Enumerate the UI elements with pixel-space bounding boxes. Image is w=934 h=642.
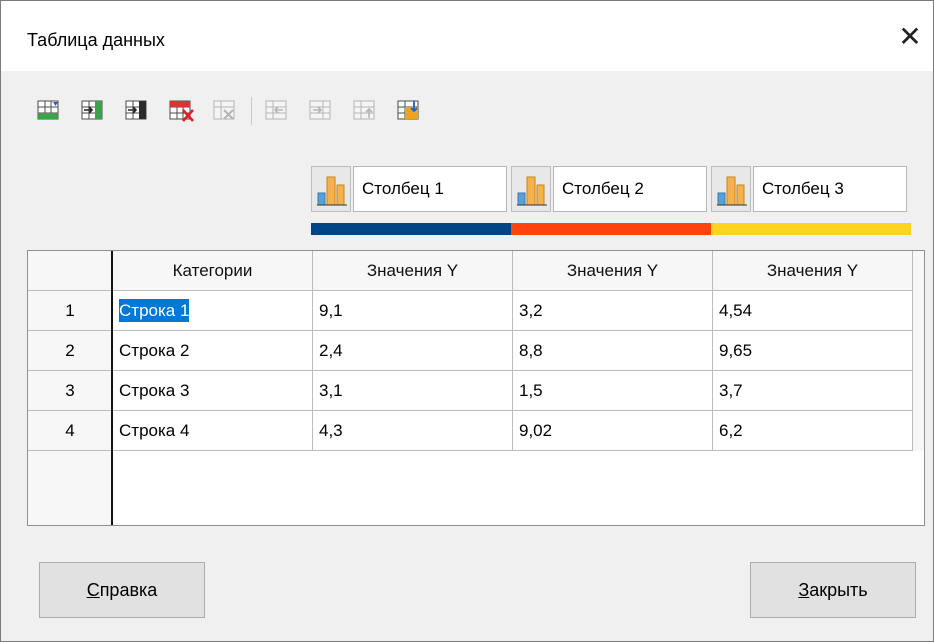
grid-empty-area (113, 451, 924, 525)
move-right-icon[interactable] (309, 93, 335, 129)
bar-chart-icon[interactable] (711, 166, 751, 212)
selected-cell-text: Строка 1 (119, 299, 190, 322)
insert-row-icon[interactable] (37, 93, 63, 129)
bar-chart-icon[interactable] (511, 166, 551, 212)
value-cell[interactable]: 9,1 (313, 291, 513, 331)
row-header-divider (111, 251, 113, 525)
move-up-icon[interactable] (353, 93, 379, 129)
category-cell[interactable]: Строка 3 (113, 371, 313, 411)
move-down-icon[interactable] (397, 93, 423, 129)
row-number[interactable]: 1 (28, 291, 113, 331)
series-name-input[interactable] (353, 166, 507, 212)
series-name-input[interactable] (553, 166, 707, 212)
help-button[interactable]: Справка (39, 562, 205, 618)
bar-chart-icon[interactable] (311, 166, 351, 212)
category-cell[interactable]: Строка 1 (113, 291, 313, 331)
value-cell[interactable]: 2,4 (313, 331, 513, 371)
toolbar-separator (251, 97, 252, 125)
category-cell[interactable]: Строка 4 (113, 411, 313, 451)
header-values-y[interactable]: Значения Y (713, 251, 913, 291)
row-number[interactable]: 3 (28, 371, 113, 411)
series-color-bar-2 (511, 223, 711, 235)
delete-row-icon[interactable] (169, 93, 195, 129)
value-cell[interactable]: 1,5 (513, 371, 713, 411)
value-cell[interactable]: 3,2 (513, 291, 713, 331)
series-color-bar-1 (311, 223, 511, 235)
row-number[interactable]: 2 (28, 331, 113, 371)
value-cell[interactable]: 3,1 (313, 371, 513, 411)
value-cell[interactable]: 8,8 (513, 331, 713, 371)
value-cell[interactable]: 9,02 (513, 411, 713, 451)
grid-header-row: Категории Значения Y Значения Y Значения… (28, 251, 926, 291)
header-values-y[interactable]: Значения Y (513, 251, 713, 291)
data-grid: Категории Значения Y Значения Y Значения… (27, 250, 925, 526)
value-cell[interactable]: 9,65 (713, 331, 913, 371)
series-name-input[interactable] (753, 166, 907, 212)
close-icon[interactable]: ✕ (887, 13, 933, 59)
value-cell[interactable]: 4,3 (313, 411, 513, 451)
row-number[interactable]: 4 (28, 411, 113, 451)
category-cell[interactable]: Строка 2 (113, 331, 313, 371)
value-cell[interactable]: 4,54 (713, 291, 913, 331)
dialog-title: Таблица данных (27, 30, 165, 50)
title-bar: Таблица данных ✕ (1, 1, 933, 71)
header-categories[interactable]: Категории (113, 251, 313, 291)
insert-series-icon[interactable] (81, 93, 107, 129)
delete-series-icon[interactable] (213, 93, 239, 129)
corner-cell[interactable] (28, 251, 113, 291)
data-table-dialog: Таблица данных ✕ Столбец 1 Столбец 2 Сто… (0, 0, 934, 642)
series-color-bar-3 (711, 223, 911, 235)
insert-text-column-icon[interactable] (125, 93, 151, 129)
value-cell[interactable]: 6,2 (713, 411, 913, 451)
header-values-y[interactable]: Значения Y (313, 251, 513, 291)
close-button[interactable]: Закрыть (750, 562, 916, 618)
move-left-icon[interactable] (265, 93, 291, 129)
value-cell[interactable]: 3,7 (713, 371, 913, 411)
